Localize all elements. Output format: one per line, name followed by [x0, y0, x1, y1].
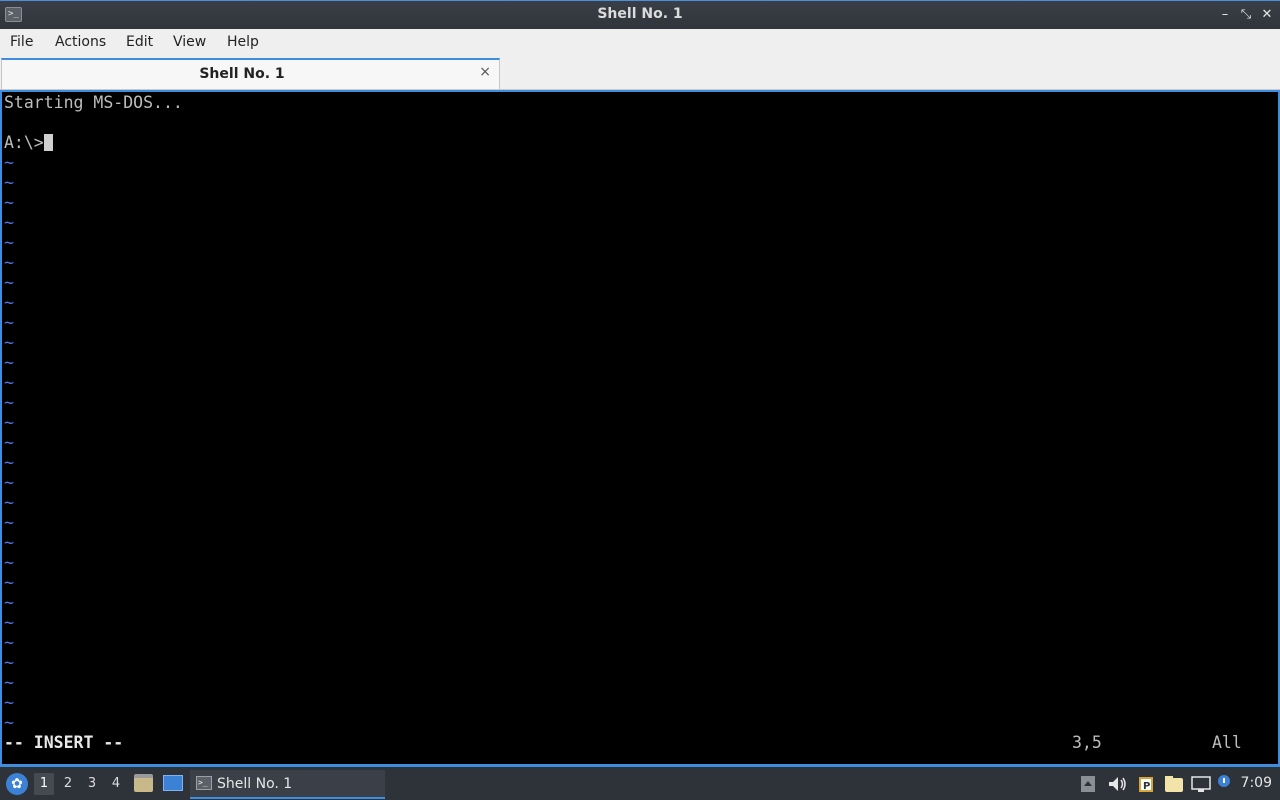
taskbar: ✿ 1 2 3 4 >_ Shell No. 1 P 7:09	[0, 766, 1280, 800]
empty-line-marker: ~	[4, 613, 14, 632]
task-label: Shell No. 1	[217, 776, 293, 792]
empty-line-marker: ~	[4, 393, 14, 412]
terminal-output[interactable]: Starting MS-DOS... A:\> ~ ~ ~ ~ ~ ~ ~ ~ ~ ~ ~ ~ ~ ~ ~ ~…	[0, 90, 1280, 766]
menu-bar: File Actions Edit View Help	[0, 29, 1280, 57]
file-manager-icon[interactable]	[1164, 775, 1184, 793]
empty-line-marker: ~	[4, 193, 14, 212]
text-cursor	[43, 134, 53, 151]
empty-line-marker: ~	[4, 473, 14, 492]
empty-line-marker: ~	[4, 433, 14, 452]
close-button[interactable]: ✕	[1258, 5, 1276, 25]
clipboard-icon[interactable]: P	[1137, 775, 1155, 793]
clock[interactable]: 7:09	[1241, 775, 1272, 791]
empty-line-marker: ~	[4, 413, 14, 432]
empty-line-marker: ~	[4, 693, 14, 712]
empty-line-marker: ~	[4, 493, 14, 512]
file-manager-icon[interactable]	[134, 774, 153, 792]
empty-line-marker: ~	[4, 673, 14, 692]
tab-bar: Shell No. 1 ×	[0, 57, 1280, 90]
empty-line-marker: ~	[4, 253, 14, 272]
terminal-prompt: A:\>	[4, 133, 53, 153]
maximize-button[interactable]: ⤡	[1237, 5, 1255, 25]
workspace-4[interactable]: 4	[106, 773, 126, 795]
terminal-line: Starting MS-DOS...	[4, 93, 183, 112]
mode-text: -- INSERT --	[4, 733, 124, 752]
cursor-position: 3,5	[1072, 733, 1102, 752]
empty-line-marker: ~	[4, 213, 14, 232]
empty-line-marker: ~	[4, 593, 14, 612]
empty-line-marker: ~	[4, 293, 14, 312]
network-icon[interactable]	[1191, 775, 1211, 793]
empty-line-marker: ~	[4, 533, 14, 552]
empty-line-marker: ~	[4, 633, 14, 652]
prompt-text: A:\>	[4, 133, 44, 152]
empty-line-marker: ~	[4, 153, 14, 172]
scroll-position: All	[1212, 733, 1242, 752]
menu-file[interactable]: File	[10, 34, 33, 50]
volume-icon[interactable]	[1107, 775, 1127, 793]
menu-edit[interactable]: Edit	[126, 34, 153, 50]
svg-text:P: P	[1143, 781, 1150, 792]
empty-line-marker: ~	[4, 273, 14, 292]
workspace-2[interactable]: 2	[58, 773, 78, 795]
empty-line-marker: ~	[4, 653, 14, 672]
window-titlebar[interactable]: >_ Shell No. 1 – ⤡ ✕	[0, 0, 1280, 29]
tab-close-icon[interactable]: ×	[479, 64, 491, 80]
taskbar-task-shell[interactable]: >_ Shell No. 1	[190, 770, 385, 799]
empty-line-marker: ~	[4, 453, 14, 472]
notification-area-icon[interactable]	[1080, 775, 1096, 793]
empty-line-marker: ~	[4, 313, 14, 332]
menu-help[interactable]: Help	[227, 34, 259, 50]
empty-line-marker: ~	[4, 233, 14, 252]
empty-line-marker: ~	[4, 353, 14, 372]
empty-line-marker: ~	[4, 333, 14, 352]
show-desktop-icon[interactable]	[163, 775, 183, 791]
minimize-button[interactable]: –	[1216, 5, 1234, 25]
window-title: Shell No. 1	[597, 6, 683, 22]
empty-line-marker: ~	[4, 713, 14, 732]
empty-line-marker: ~	[4, 173, 14, 192]
empty-line-marker: ~	[4, 513, 14, 532]
terminal-icon: >_	[196, 776, 212, 790]
empty-line-marker: ~	[4, 573, 14, 592]
start-menu-icon[interactable]: ✿	[6, 773, 28, 795]
menu-view[interactable]: View	[173, 34, 206, 50]
menu-actions[interactable]: Actions	[55, 34, 106, 50]
workspace-3[interactable]: 3	[82, 773, 102, 795]
info-icon[interactable]	[1217, 775, 1231, 793]
empty-line-marker: ~	[4, 553, 14, 572]
tab-label: Shell No. 1	[199, 66, 285, 82]
vim-mode-indicator: -- INSERT --	[4, 733, 123, 753]
empty-line-marker: ~	[4, 373, 14, 392]
tab-shell-1[interactable]: Shell No. 1 ×	[1, 58, 500, 89]
workspace-1[interactable]: 1	[34, 773, 54, 795]
